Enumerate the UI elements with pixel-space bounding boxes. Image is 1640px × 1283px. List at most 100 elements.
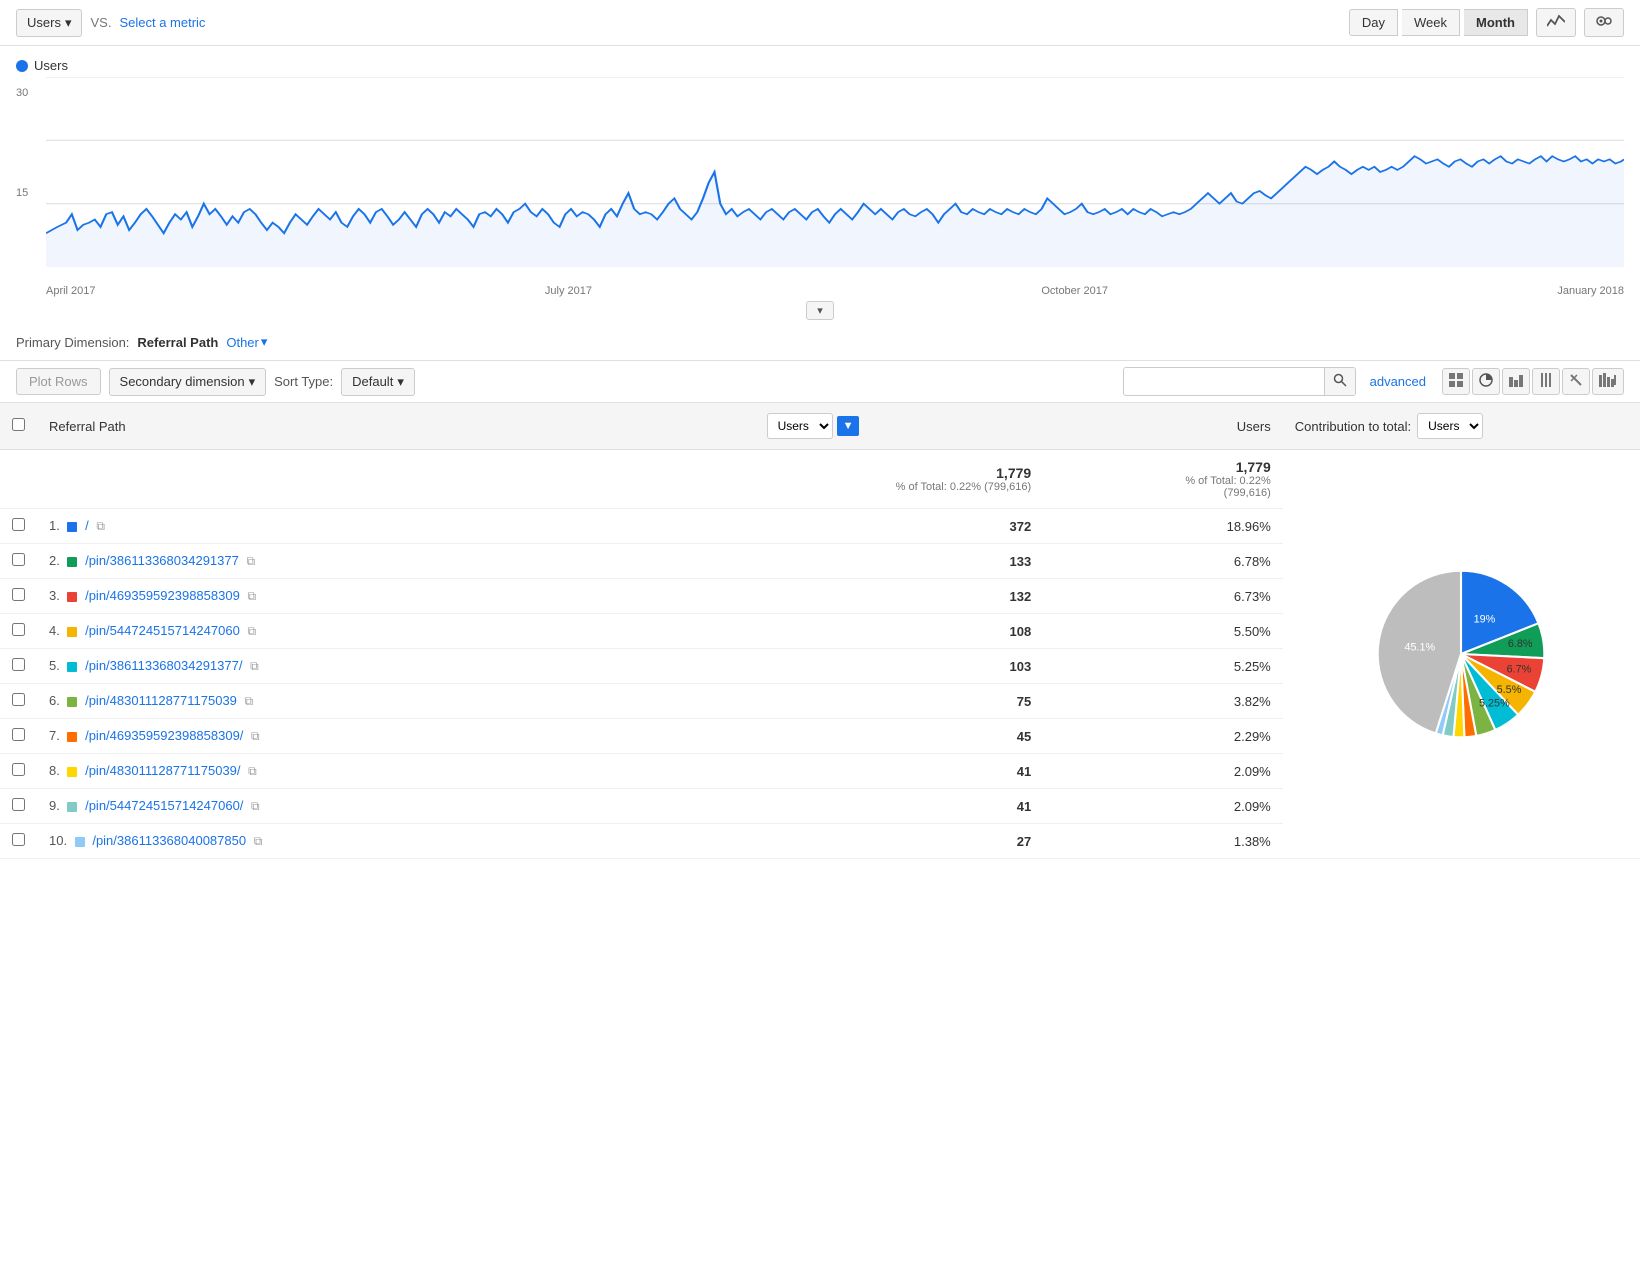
- pie-view-button[interactable]: [1472, 368, 1500, 395]
- row-referral-path: 3. /pin/469359592398858309 ⧉: [37, 579, 755, 614]
- row-checkbox[interactable]: [12, 623, 25, 636]
- row-path-link[interactable]: /pin/483011128771175039: [85, 693, 237, 708]
- row-referral-path: 9. /pin/544724515714247060/ ⧉: [37, 789, 755, 824]
- copy-icon[interactable]: ⧉: [96, 519, 105, 533]
- row-path-link[interactable]: /pin/544724515714247060/: [85, 798, 243, 813]
- select-all-checkbox[interactable]: [12, 418, 25, 431]
- totals-users-sort-sub: % of Total: 0.22% (799,616): [767, 481, 1032, 493]
- pivot-button[interactable]: [1562, 368, 1590, 395]
- day-button[interactable]: Day: [1349, 9, 1398, 36]
- motionplot-button[interactable]: [1584, 8, 1624, 37]
- secondary-dimension-button[interactable]: Secondary dimension ▾: [109, 368, 267, 396]
- pie-label: 6.8%: [1508, 638, 1533, 650]
- week-button[interactable]: Week: [1402, 9, 1460, 36]
- sort-default-button[interactable]: Default ▾: [341, 368, 415, 396]
- select-metric-link[interactable]: Select a metric: [119, 15, 205, 30]
- row-checkbox[interactable]: [12, 658, 25, 671]
- search-input[interactable]: [1124, 369, 1324, 394]
- advanced-link[interactable]: advanced: [1370, 374, 1426, 389]
- sort-down-button[interactable]: ▼: [837, 416, 860, 436]
- row-path-link[interactable]: /pin/386113368034291377/: [85, 658, 242, 673]
- search-button[interactable]: [1324, 368, 1355, 395]
- bar-view-button[interactable]: [1502, 368, 1530, 395]
- row-referral-path: 2. /pin/386113368034291377 ⧉: [37, 544, 755, 579]
- row-color-swatch: [67, 767, 77, 777]
- lifetime-button[interactable]: [1592, 368, 1624, 395]
- copy-icon[interactable]: ⧉: [247, 624, 256, 638]
- copy-icon[interactable]: ⧉: [247, 589, 256, 603]
- copy-icon[interactable]: ⧉: [254, 834, 263, 848]
- x-label-january: January 2018: [1557, 285, 1624, 297]
- row-checkbox[interactable]: [12, 693, 25, 706]
- row-checkbox[interactable]: [12, 798, 25, 811]
- row-checkbox-cell: [0, 649, 37, 684]
- row-color-swatch: [67, 732, 77, 742]
- row-users-percent: 2.09%: [1043, 789, 1283, 824]
- row-users-percent: 6.78%: [1043, 544, 1283, 579]
- row-checkbox[interactable]: [12, 728, 25, 741]
- pie-section: 19%6.8%6.7%5.5%5.25%45.1%: [1295, 534, 1628, 774]
- row-number: 5.: [49, 658, 60, 673]
- row-path-link[interactable]: /pin/469359592398858309/: [85, 728, 243, 743]
- metric-dropdown-arrow: ▾: [65, 15, 72, 31]
- row-users-percent: 5.25%: [1043, 649, 1283, 684]
- copy-icon[interactable]: ⧉: [250, 659, 259, 673]
- sort-default-label: Default: [352, 374, 393, 389]
- chart-section: Users 30 15: [0, 46, 1640, 324]
- totals-users-sort: 1,779: [767, 465, 1032, 481]
- copy-icon[interactable]: ⧉: [248, 764, 257, 778]
- row-path-link[interactable]: /pin/544724515714247060: [85, 623, 240, 638]
- month-button[interactable]: Month: [1464, 9, 1528, 36]
- row-color-swatch: [67, 522, 77, 532]
- contribution-label: Contribution to total:: [1295, 419, 1411, 434]
- row-path-link[interactable]: /pin/469359592398858309: [85, 588, 240, 603]
- table-toolbar: Plot Rows Secondary dimension ▾ Sort Typ…: [0, 360, 1640, 402]
- row-users-percent: 5.50%: [1043, 614, 1283, 649]
- row-checkbox-cell: [0, 719, 37, 754]
- row-color-swatch: [67, 802, 77, 812]
- header-contribution: Contribution to total: Users: [1283, 403, 1640, 450]
- metric-dropdown[interactable]: Users ▾: [16, 9, 82, 37]
- row-users-sort: 45: [755, 719, 1044, 754]
- x-label-july: July 2017: [545, 285, 592, 297]
- row-users-sort: 108: [755, 614, 1044, 649]
- chart-container: 30 15 Apr: [16, 77, 1624, 297]
- row-checkbox-cell: [0, 544, 37, 579]
- collapse-button[interactable]: ▾: [806, 301, 834, 320]
- col-settings-button[interactable]: [1532, 368, 1560, 395]
- copy-icon[interactable]: ⧉: [245, 694, 254, 708]
- pie-label: 19%: [1474, 613, 1496, 625]
- pie-label: 45.1%: [1405, 641, 1436, 653]
- row-checkbox[interactable]: [12, 518, 25, 531]
- row-checkbox-cell: [0, 789, 37, 824]
- row-checkbox-cell: [0, 824, 37, 859]
- users-sort-select[interactable]: Users: [767, 413, 833, 439]
- y-axis-labels: 30 15: [16, 77, 28, 297]
- row-path-link[interactable]: /pin/483011128771175039/: [85, 763, 240, 778]
- row-users-sort: 103: [755, 649, 1044, 684]
- other-dropdown[interactable]: Other ▾: [226, 334, 267, 350]
- copy-icon[interactable]: ⧉: [251, 799, 260, 813]
- row-checkbox[interactable]: [12, 833, 25, 846]
- pie-label: 5.25%: [1479, 698, 1510, 710]
- row-path-link[interactable]: /: [85, 518, 89, 533]
- line-chart-button[interactable]: [1536, 8, 1576, 37]
- copy-icon[interactable]: ⧉: [251, 729, 260, 743]
- grid-view-button[interactable]: [1442, 368, 1470, 395]
- row-path-link[interactable]: /pin/386113368034291377: [85, 553, 239, 568]
- sort-type-label: Sort Type:: [274, 374, 333, 389]
- row-referral-path: 10. /pin/386113368040087850 ⧉: [37, 824, 755, 859]
- top-toolbar: Users ▾ VS. Select a metric Day Week Mon…: [0, 0, 1640, 46]
- contribution-select[interactable]: Users: [1417, 413, 1483, 439]
- row-checkbox[interactable]: [12, 588, 25, 601]
- referral-path-label: Referral Path: [137, 335, 218, 350]
- chart-svg: [46, 77, 1624, 267]
- row-checkbox[interactable]: [12, 763, 25, 776]
- row-users-sort: 75: [755, 684, 1044, 719]
- row-checkbox[interactable]: [12, 553, 25, 566]
- collapse-handle: ▾: [16, 297, 1624, 324]
- totals-users: 1,779: [1055, 459, 1271, 475]
- row-path-link[interactable]: /pin/386113368040087850: [92, 833, 246, 848]
- plot-rows-button[interactable]: Plot Rows: [16, 368, 101, 395]
- copy-icon[interactable]: ⧉: [246, 554, 255, 568]
